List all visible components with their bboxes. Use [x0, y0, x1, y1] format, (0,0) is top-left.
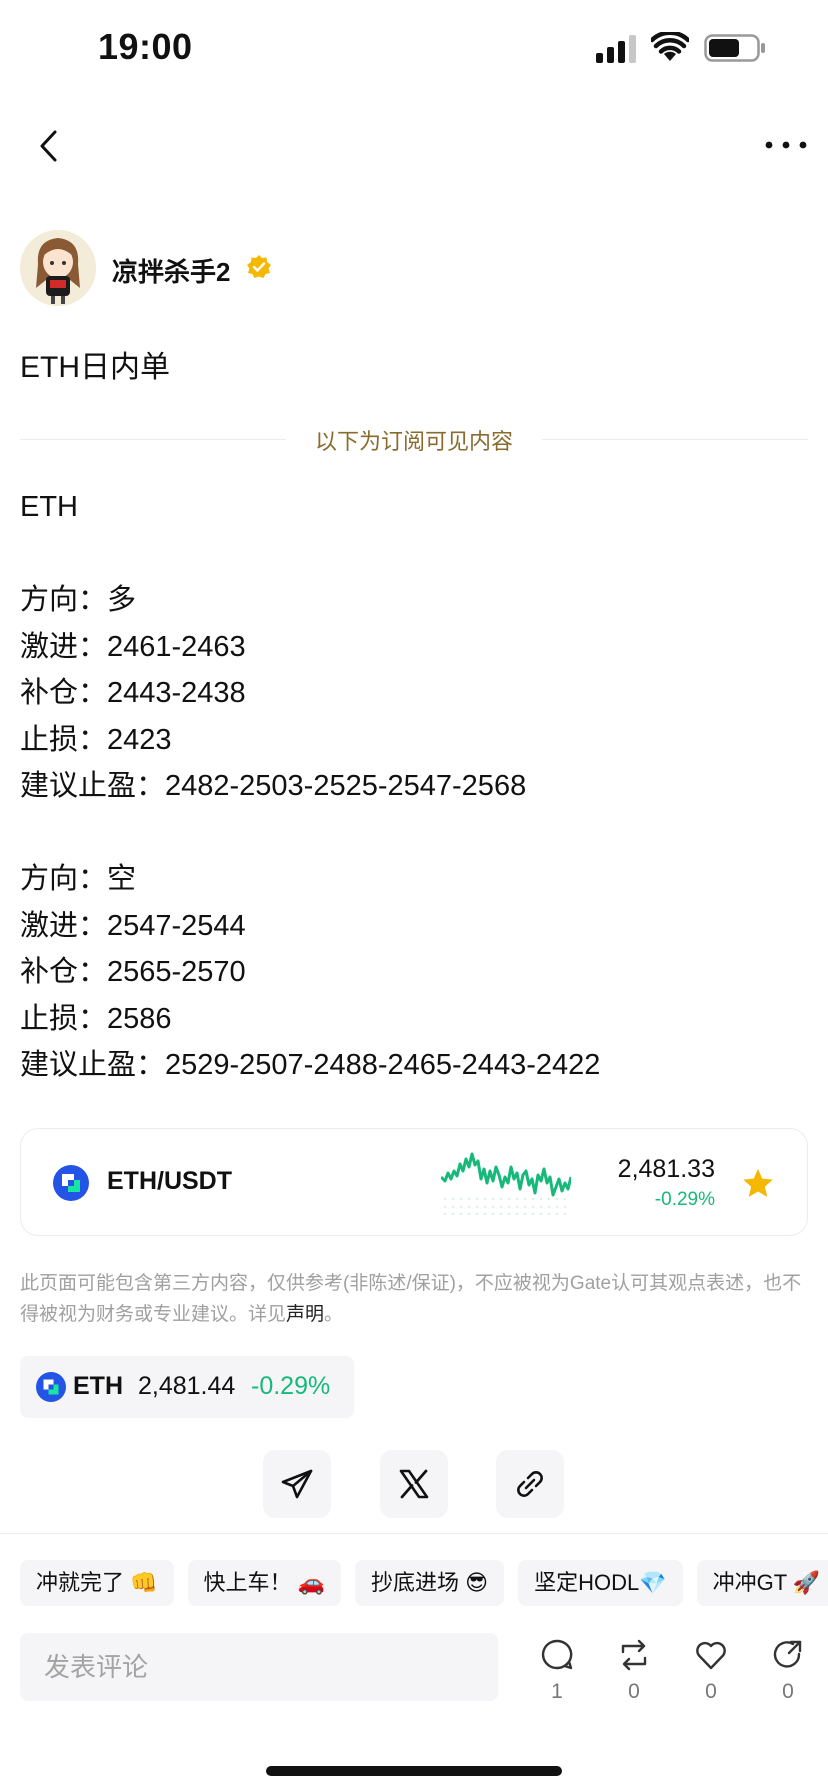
reaction-chip[interactable]: 抄底进场 😎: [355, 1560, 505, 1606]
content-line: ETH: [20, 491, 78, 523]
share-x-button[interactable]: [380, 1450, 448, 1518]
content-line: 方向：空: [20, 863, 137, 895]
comment-bubble-icon: [541, 1639, 573, 1670]
more-options-icon[interactable]: [764, 130, 808, 160]
ticker-change: -0.29%: [251, 1372, 331, 1400]
repost-icon: [621, 1639, 647, 1671]
content-line: 建议止盈：2482-2503-2525-2547-2568: [20, 770, 527, 802]
content-line: 补仓：2443-2438: [20, 677, 246, 709]
x-logo-icon: [399, 1469, 429, 1499]
repost-count: 0: [628, 1680, 640, 1703]
market-card[interactable]: ETH/USDT 2,481.33 -0.29%: [20, 1128, 808, 1236]
comment-action[interactable]: 1: [527, 1638, 587, 1718]
reaction-chip[interactable]: 冲冲GT 🚀: [696, 1560, 828, 1606]
comment-count: 1: [551, 1680, 563, 1703]
avatar[interactable]: [20, 230, 96, 306]
post-title: ETH日内单: [20, 351, 170, 384]
reaction-chip[interactable]: 坚定HODL💎: [518, 1560, 683, 1606]
ticker-symbol: ETH: [73, 1372, 123, 1400]
avatar-illustration-icon: [20, 230, 96, 306]
content-line: [20, 810, 600, 857]
share-action[interactable]: 0: [758, 1638, 818, 1718]
ticker-chip[interactable]: ETH 2,481.44 -0.29%: [20, 1356, 354, 1418]
disclaimer-end: 。: [324, 1304, 344, 1325]
market-change: -0.29%: [654, 1189, 715, 1210]
top-nav: [0, 110, 828, 182]
content-line: [20, 531, 600, 578]
content-line: 止损：2586: [20, 1002, 172, 1035]
subscriber-divider-label: 以下为订阅可见内容: [314, 429, 513, 454]
copy-link-button[interactable]: [496, 1450, 564, 1518]
disclaimer: 此页面可能包含第三方内容，仅供参考(非陈述/保证)，不应被视为Gate认可其观点…: [20, 1268, 810, 1330]
quick-reactions: 冲就完了 👊 快上车！ 🚗 抄底进场 😎 坚定HODL💎 冲冲GT 🚀: [20, 1560, 828, 1606]
status-bar: 19:00: [0, 0, 828, 100]
link-icon: [517, 1471, 543, 1497]
ticker-price: 2,481.44: [138, 1372, 236, 1400]
battery-icon: [704, 34, 765, 62]
subscriber-divider: 以下为订阅可见内容: [20, 422, 808, 458]
telegram-icon: [281, 1469, 313, 1499]
reaction-chip[interactable]: 冲就完了 👊: [20, 1560, 174, 1606]
content-line: 激进：2461-2463: [20, 630, 246, 663]
author-name[interactable]: 凉拌杀手2: [112, 252, 230, 289]
like-action[interactable]: 0: [681, 1638, 741, 1718]
home-indicator: [266, 1766, 562, 1776]
like-count: 0: [705, 1680, 717, 1703]
price-sparkline: [441, 1152, 571, 1215]
verified-badge-icon: [247, 255, 271, 278]
disclaimer-text: 此页面可能包含第三方内容，仅供参考(非陈述/保证)，不应被视为Gate认可其观点…: [20, 1273, 802, 1325]
heart-icon: [696, 1641, 726, 1670]
back-arrow-icon[interactable]: [30, 126, 70, 166]
content-line: 建议止盈：2529-2507-2488-2465-2443-2422: [20, 1049, 601, 1081]
favorite-star-icon[interactable]: [741, 1167, 775, 1201]
share-arrow-icon: [773, 1640, 802, 1668]
disclaimer-link[interactable]: 声明: [286, 1304, 324, 1325]
content-line: 方向：多: [20, 584, 137, 616]
bottom-bar-divider: [0, 1533, 828, 1534]
eth-coin-icon: [36, 1372, 66, 1402]
status-time: 19:00: [98, 26, 193, 67]
eth-coin-icon: [53, 1165, 89, 1201]
reaction-chip[interactable]: 快上车！ 🚗: [187, 1560, 342, 1606]
share-count: 0: [782, 1680, 794, 1703]
share-telegram-button[interactable]: [263, 1450, 331, 1518]
divider-line-right: [542, 439, 808, 440]
cellular-signal-icon: [596, 35, 636, 63]
wifi-icon: [651, 32, 689, 61]
post-content: ETH 方向：多 激进：2461-2463 补仓：2443-2438 止损：24…: [20, 484, 600, 1089]
market-price: 2,481.33: [617, 1155, 715, 1183]
comment-input[interactable]: [20, 1633, 498, 1701]
market-pair: ETH/USDT: [107, 1167, 232, 1195]
repost-action[interactable]: 0: [604, 1638, 664, 1718]
content-line: 止损：2423: [20, 723, 172, 756]
content-line: 激进：2547-2544: [20, 909, 246, 942]
content-line: 补仓：2565-2570: [20, 956, 246, 988]
